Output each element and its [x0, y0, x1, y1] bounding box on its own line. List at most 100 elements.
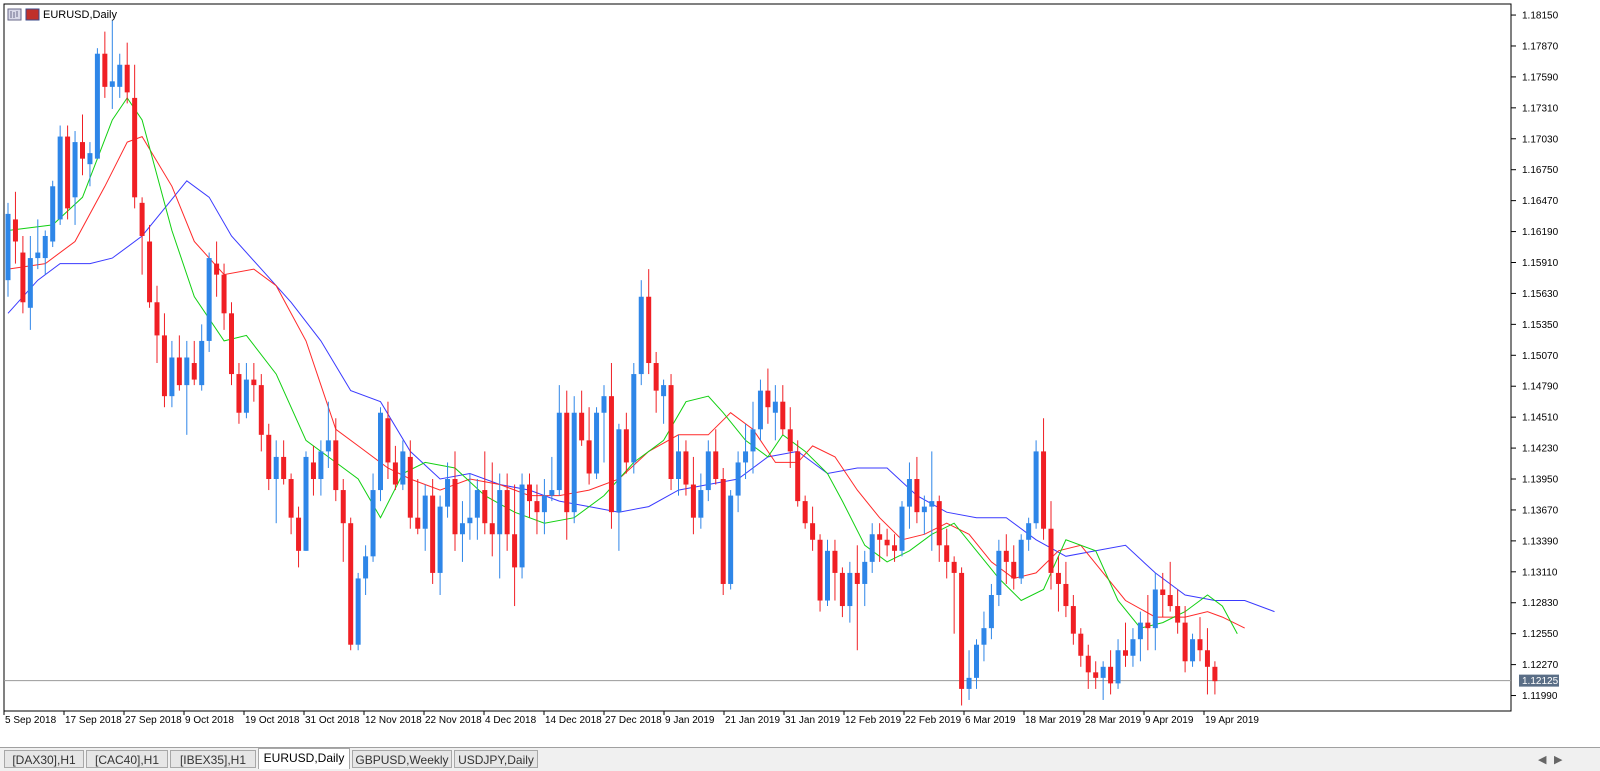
- candle-body: [519, 484, 525, 568]
- candle: [65, 125, 71, 220]
- candle-body: [459, 523, 465, 535]
- candle-body: [661, 385, 667, 397]
- scroll-left-icon[interactable]: ◀: [1538, 753, 1546, 766]
- candle-body: [65, 136, 71, 209]
- candle-body: [638, 296, 644, 375]
- price-tick-label: 1.12270: [1522, 660, 1559, 671]
- price-tick-label: 1.15910: [1522, 258, 1559, 269]
- chart-tab[interactable]: [IBEX35],H1: [170, 750, 256, 768]
- candle-body: [1130, 639, 1136, 656]
- price-tick-label: 1.16470: [1522, 196, 1559, 207]
- scroll-right-icon[interactable]: ▶: [1554, 753, 1562, 766]
- candle-body: [929, 501, 935, 507]
- candle-body: [124, 64, 130, 93]
- candle-body: [117, 64, 123, 87]
- candle-body: [1108, 666, 1114, 684]
- candle-body: [825, 550, 830, 601]
- candle-body: [854, 572, 860, 584]
- candle-body: [579, 412, 585, 441]
- candle-body: [944, 545, 950, 562]
- candle-body: [862, 561, 868, 584]
- candle-body: [780, 401, 786, 430]
- candle-body: [12, 219, 18, 242]
- current-price-value: 1.12125: [1522, 676, 1559, 687]
- candle-body: [959, 572, 965, 689]
- candle-body: [1152, 589, 1158, 629]
- candle-body: [325, 440, 331, 452]
- candle-body: [795, 451, 801, 502]
- candle: [594, 407, 600, 480]
- candle-body: [42, 235, 48, 259]
- date-tick-label: 31 Jan 2019: [785, 715, 840, 726]
- candle-body: [549, 490, 555, 496]
- candle: [1033, 440, 1039, 529]
- candle-body: [936, 501, 942, 546]
- price-chart[interactable]: 1.18150 1.17870 1.17590 1.17310 1.17030 1.167…: [0, 0, 1600, 747]
- candle-body: [1182, 622, 1188, 662]
- candle-body: [735, 462, 741, 496]
- candle: [1018, 534, 1024, 584]
- candle-body: [407, 456, 413, 518]
- candle-body: [698, 490, 704, 518]
- chart-tab[interactable]: [DAX30],H1: [4, 750, 84, 768]
- candle-body: [750, 429, 756, 452]
- candle-body: [5, 213, 11, 281]
- candle: [899, 501, 905, 557]
- candle: [631, 363, 637, 474]
- price-tick-label: 1.17590: [1522, 72, 1559, 83]
- candle-body: [191, 363, 197, 380]
- candle-body: [810, 523, 816, 540]
- candle-body: [497, 490, 503, 535]
- candle-body: [884, 539, 890, 546]
- price-tick-label: 1.17030: [1522, 134, 1559, 145]
- candle-body: [415, 517, 421, 529]
- candle-body: [743, 451, 749, 463]
- candle-body: [787, 429, 793, 452]
- date-tick-label: 22 Feb 2019: [905, 715, 962, 726]
- chart-tab[interactable]: USDJPY,Daily: [454, 750, 538, 768]
- candle-body: [646, 296, 652, 364]
- candle-body: [489, 523, 495, 535]
- candle: [229, 302, 234, 386]
- candle-body: [340, 490, 346, 524]
- candle-body: [1070, 606, 1076, 634]
- candle-body: [1078, 633, 1084, 656]
- candle-body: [169, 357, 175, 397]
- price-tick-label: 1.15350: [1522, 320, 1559, 331]
- candle-body: [221, 274, 227, 314]
- candle: [57, 125, 63, 225]
- candle-body: [348, 523, 354, 645]
- candle-body: [512, 534, 518, 568]
- current-price-badge: 1.12125: [1519, 674, 1559, 687]
- price-tick-label: 1.12830: [1522, 598, 1559, 609]
- candle-body: [400, 451, 406, 485]
- candle-body: [899, 506, 905, 551]
- chart-window[interactable]: 1.18150 1.17870 1.17590 1.17310 1.17030 1.167…: [0, 0, 1600, 747]
- candle: [728, 490, 734, 590]
- price-tick-label: 1.14790: [1522, 382, 1559, 393]
- chart-tab[interactable]: [CAC40],H1: [86, 750, 168, 768]
- candle-body: [705, 451, 711, 491]
- date-tick-label: 9 Oct 2018: [185, 715, 234, 726]
- candle-body: [1026, 523, 1032, 540]
- price-tick-label: 1.13390: [1522, 536, 1559, 547]
- candle-body: [802, 501, 808, 524]
- candle-body: [869, 534, 875, 562]
- candle-body: [50, 186, 56, 242]
- candle-body: [1011, 561, 1017, 579]
- candle-body: [430, 495, 436, 573]
- chart-tab[interactable]: GBPUSD,Weekly: [352, 750, 452, 768]
- candle-body: [832, 550, 838, 573]
- candle: [668, 374, 674, 491]
- candle-body: [981, 628, 987, 645]
- price-tick-label: 1.15070: [1522, 351, 1559, 362]
- candle-body: [996, 550, 1002, 596]
- candle-body: [527, 484, 532, 502]
- candle-body: [623, 429, 629, 463]
- chart-tab[interactable]: EURUSD,Daily: [258, 748, 350, 769]
- candle-body: [333, 440, 339, 491]
- candle-body: [877, 534, 883, 540]
- candle-body: [199, 340, 205, 386]
- candle: [206, 252, 212, 352]
- candle-body: [1063, 583, 1069, 607]
